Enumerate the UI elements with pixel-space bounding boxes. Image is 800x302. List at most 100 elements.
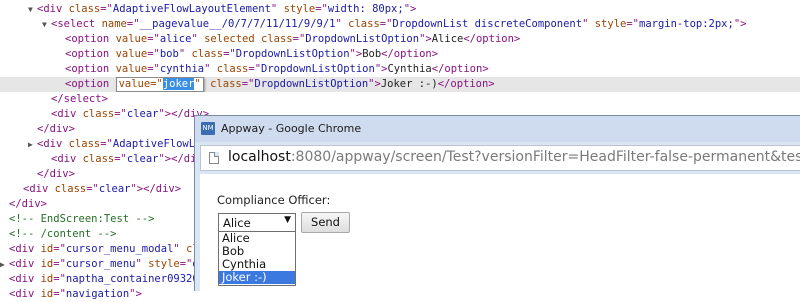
code-token: =" [241,78,255,90]
window-title: Appway - Google Chrome [221,122,362,135]
dom-node-line[interactable]: <option value="joker" class="DropdownLis… [0,77,800,92]
code-token: "> [374,63,388,75]
edit-selected-text: joker [162,78,195,90]
code-token: " [270,3,284,15]
code-token: cursor_menu_modal [65,243,174,255]
code-token: =" [626,18,639,30]
code-token: DropdownListOption [261,63,375,75]
code-token: value [115,48,148,60]
collapse-triangle-icon[interactable]: ▼ [42,17,51,32]
dom-node-line[interactable]: <option value="cynthia" class="DropdownL… [0,62,800,77]
dom-node-line[interactable]: ▼ <div class="AdaptiveFlowLayoutElement" … [0,2,800,17]
code-token: <div [23,183,55,195]
code-token: " [204,63,217,75]
code-token: clear [98,183,131,195]
dom-node-line[interactable]: </select> [0,92,800,107]
code-token: value [115,33,148,45]
code-token: "> [349,48,363,60]
code-token: <option [65,33,116,45]
send-button[interactable]: Send [301,212,350,233]
window-titlebar[interactable]: NM Appway - Google Chrome [195,116,800,142]
app-icon: NM [201,122,215,135]
code-token: Joker :-) [380,78,438,90]
code-token: id [40,273,54,285]
code-token: =" [248,63,262,75]
code-token: DropdownList discreteComponent [392,18,583,30]
compliance-officer-select[interactable]: Alice ▼ [218,213,296,232]
code-token: " [191,33,205,45]
dropdown-arrow-icon: ▼ [284,215,291,225]
edit-prefix: value=" [118,78,163,90]
code-token: <!-- /content --> [9,228,117,240]
code-token: "> [733,18,747,30]
code-token: =" [315,3,328,15]
code-token: <div [51,153,83,165]
expand-triangle-icon[interactable]: ▶ [28,137,37,152]
code-token: DropdownListOption [235,48,350,60]
expand-triangle-icon[interactable]: ▶ [0,257,9,272]
code-token: class [82,153,115,165]
code-token: </option> [431,63,489,75]
code-token: =" [292,33,306,45]
code-token: <option [65,48,116,60]
code-token: clear [126,153,159,165]
code-token: alice [159,33,192,45]
code-token: =" [53,288,66,300]
collapse-triangle-icon[interactable]: ▼ [28,2,37,17]
code-token: =" [114,153,127,165]
code-token: class [68,3,101,15]
code-token: class [54,183,87,195]
page-viewport: Compliance Officer: Alice ▼ Send Alice B… [200,174,800,292]
code-token: class [216,63,249,75]
code-token: =" [126,18,140,30]
code-token: =" [147,33,160,45]
code-token: =" [114,108,127,120]
code-token: <div [37,3,69,15]
address-bar[interactable]: localhost:8080/appway/screen/Test?versio… [200,145,800,171]
dropdown-option-joker[interactable]: Joker :-) [219,271,295,284]
code-token: style [283,3,316,15]
attribute-edit-box[interactable]: value="joker" [115,77,204,92]
code-token: " [173,243,187,255]
dom-node-line[interactable]: <option value="alice" selected class="Dr… [0,32,800,47]
code-token: "> [403,3,417,15]
code-token: <div [9,243,41,255]
dom-node-line[interactable]: <option value="bob" class="DropdownListO… [0,47,800,62]
url-text[interactable]: localhost:8080/appway/screen/Test?versio… [228,149,800,165]
code-token: =" [86,183,99,195]
code-token: "></div> [130,183,182,195]
code-token: =" [53,258,66,270]
code-token: AdaptiveFlowLayoutElement [112,3,271,15]
code-token: <option [65,63,116,75]
code-token: <div [51,108,83,120]
code-token: "> [419,33,432,45]
code-token: DropdownListOption [305,33,420,45]
code-token: "> [368,78,381,90]
code-token: " [335,18,349,30]
code-token: style [594,18,627,30]
code-token: DropdownListOption [254,78,369,90]
code-token: =" [147,63,160,75]
code-token: =" [53,243,66,255]
chrome-popup-window: NM Appway - Google Chrome localhost:8080… [194,115,800,292]
code-token: " [582,18,595,30]
code-token: =" [223,48,236,60]
code-token: <!-- EndScreen:Test --> [9,213,155,225]
code-token: Cynthia [387,63,432,75]
page-icon [209,152,219,164]
code-token: <option [65,78,116,90]
code-token: =" [379,18,393,30]
code-token: class [191,48,224,60]
code-token: </div> [37,168,75,180]
code-token: name [101,18,127,30]
code-token: =" [147,48,160,60]
dom-node-line[interactable]: ▼ <select name="__pagevalue__/0/7/7/11/11… [0,17,800,32]
code-token: </option> [437,78,495,90]
url-path: :8080/appway/screen/Test?versionFilter=H… [290,149,800,165]
code-token: </div> [37,123,75,135]
code-token: </div> [9,198,47,210]
code-token: =" [100,138,113,150]
code-token: <div [9,288,41,300]
code-token: </select> [51,93,108,105]
code-token: class [210,78,242,90]
